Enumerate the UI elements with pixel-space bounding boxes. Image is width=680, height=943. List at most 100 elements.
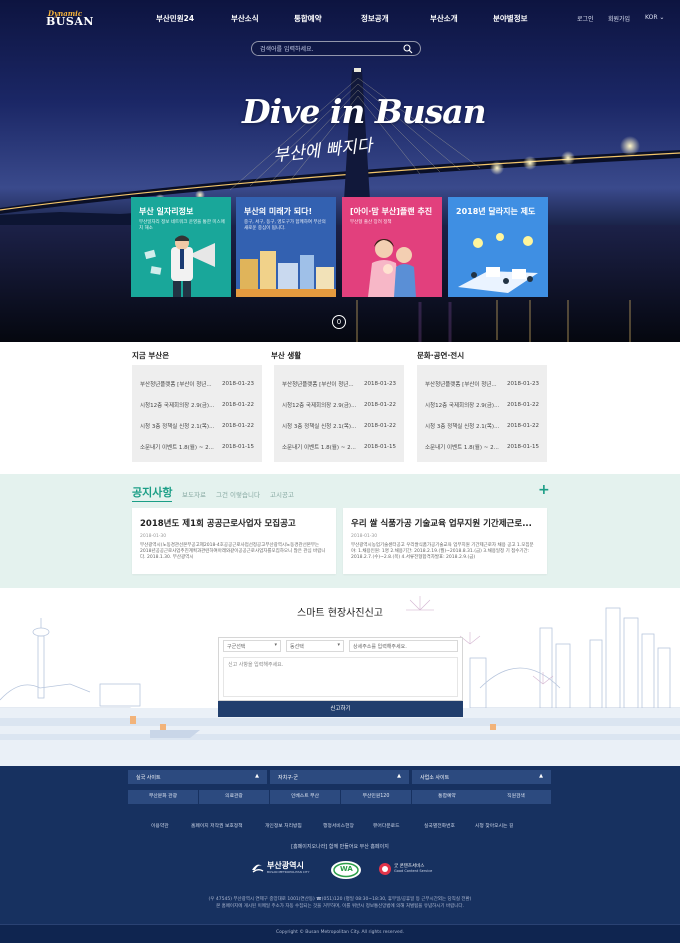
list-item[interactable]: 시청12층 국제회의장 2.9(금)... 2018-01-22 bbox=[425, 394, 539, 415]
card-title: 부산의 미래가 되다! bbox=[244, 207, 313, 216]
notice-body: 부산광역시(노동경관선본부공고제2018-4호공공근로사업선정공고부산광역시노동… bbox=[140, 543, 326, 560]
dynamic-busan-logo[interactable]: Dynamic BUSAN bbox=[46, 9, 94, 28]
chevron-up-icon: ▲ bbox=[397, 773, 401, 779]
search-icon[interactable] bbox=[403, 44, 413, 54]
nav-disclosure[interactable]: 정보공개 bbox=[361, 13, 389, 24]
list-item[interactable]: 시청 3층 정책실 신청 2.1(목)... 2018-01-22 bbox=[425, 415, 539, 436]
quick-link-minwon120[interactable]: 부산민원120 bbox=[341, 790, 411, 804]
news-title: 소문내기 이벤트 1.8(월) ~ 2... bbox=[140, 444, 214, 451]
news-list-life: 부산청년플랫폼 [부산이 청년... 2018-01-23 시청12층 국제회의장… bbox=[274, 365, 404, 462]
footer-address: (우 47545) 부산광역시 연제구 중앙대로 1001(연산동) ☎(051… bbox=[0, 896, 680, 910]
list-item[interactable]: 시청 3층 정책실 신청 2.1(목)... 2018-01-22 bbox=[282, 415, 396, 436]
web-accessibility-mark[interactable]: WA bbox=[330, 860, 362, 882]
news-date: 2018-01-15 bbox=[222, 443, 254, 450]
hero-slogan: Dive in Busan bbox=[242, 92, 487, 131]
email-notice-line: 본 홈페이지에 게시된 이메일 주소가 자동 수집되는 것을 거부하며, 이를 … bbox=[216, 904, 464, 909]
banner-card-2018-system[interactable]: 2018년 달라지는 제도 bbox=[448, 197, 548, 297]
list-item[interactable]: 부산청년플랫폼 [부산이 청년... 2018-01-23 bbox=[425, 373, 539, 394]
notice-card[interactable]: 2018년도 제1회 공공근로사업자 모집공고 2018-01-30 부산광역시… bbox=[132, 508, 336, 574]
footer-link-phone[interactable]: 실국별전화번호 bbox=[424, 822, 455, 829]
footer-link-terms[interactable]: 이용약관 bbox=[151, 822, 169, 829]
news-list-now: 부산청년플랫폼 [부산이 청년... 2018-01-23 시청12층 국제회의장… bbox=[132, 365, 262, 462]
list-item[interactable]: 시청12층 국제회의장 2.9(금)... 2018-01-22 bbox=[140, 394, 254, 415]
slide-pause-button[interactable]: 0 bbox=[332, 315, 346, 329]
search-input[interactable] bbox=[260, 44, 400, 54]
news-title: 시청12층 국제회의장 2.9(금)... bbox=[140, 402, 215, 409]
good-content-icon bbox=[379, 863, 391, 875]
news-date: 2018-01-22 bbox=[222, 422, 254, 429]
list-item[interactable]: 소문내기 이벤트 1.8(월) ~ 2... 2018-01-15 bbox=[282, 436, 396, 457]
busan-symbol-icon bbox=[252, 864, 264, 873]
news-title: 시청12층 국제회의장 2.9(금)... bbox=[282, 402, 357, 409]
chevron-down-icon: ▾ bbox=[274, 642, 277, 648]
district-select-value: 구군선택 bbox=[227, 644, 246, 650]
language-select[interactable]: KOR ⌄ bbox=[645, 14, 664, 21]
tab-press[interactable]: 보도자료 bbox=[182, 489, 206, 499]
office-site-dropdown[interactable]: 사업소 사이트 ▲ bbox=[412, 770, 551, 784]
card-title: [아이·맘 부산]플랜 추진 bbox=[350, 207, 433, 216]
address-input[interactable]: 상세주소를 입력해주세요. bbox=[349, 640, 458, 652]
news-date: 2018-01-22 bbox=[364, 422, 396, 429]
signup-link[interactable]: 회원가입 bbox=[608, 14, 630, 23]
nav-reservation[interactable]: 통합예약 bbox=[294, 13, 322, 24]
nav-field-info[interactable]: 분야별정보 bbox=[493, 13, 528, 24]
news-date: 2018-01-15 bbox=[364, 443, 396, 450]
more-plus-icon[interactable]: + bbox=[538, 482, 550, 498]
district-site-dropdown[interactable]: 자치구·군 ▲ bbox=[270, 770, 409, 784]
banner-card-jobs[interactable]: 부산 일자리정보 부산일자리 정보 네트워크 운영을 통한 미스매치 해소 bbox=[131, 197, 231, 297]
news-title: 소문내기 이벤트 1.8(월) ~ 2... bbox=[425, 444, 499, 451]
nav-about[interactable]: 부산소개 bbox=[430, 13, 458, 24]
list-item[interactable]: 시청12층 국제회의장 2.9(금)... 2018-01-22 bbox=[282, 394, 396, 415]
footer-link-copyright[interactable]: 홈페이지 저작권 보호정책 bbox=[191, 822, 243, 829]
report-content-textarea[interactable]: 신고 사항을 입력해주세요. bbox=[223, 657, 458, 697]
quick-link-medical-tour[interactable]: 의료관광 bbox=[199, 790, 269, 804]
news-column-title[interactable]: 문화·공연·전시 bbox=[417, 350, 464, 361]
notice-title: 우리 쌀 식품가공 기술교육 업무지원 기간제근로... bbox=[351, 519, 532, 529]
list-item[interactable]: 시청 3층 정책실 신청 2.1(목)... 2018-01-22 bbox=[140, 415, 254, 436]
nav-minwon24[interactable]: 부산민원24 bbox=[156, 13, 194, 24]
logo-bottom-text: BUSAN bbox=[46, 15, 94, 28]
notice-card[interactable]: 우리 쌀 식품가공 기술교육 업무지원 기간제근로... 2018-01-30 … bbox=[343, 508, 547, 574]
report-submit-button[interactable]: 신고하기 bbox=[218, 701, 463, 717]
news-title: 시청 3층 정책실 신청 2.1(목)... bbox=[425, 423, 500, 430]
dept-site-dropdown[interactable]: 실국 사이트 ▲ bbox=[128, 770, 267, 784]
news-column-title[interactable]: 지금 부산은 bbox=[132, 350, 169, 361]
top-navigation: Dynamic BUSAN 부산민원24 부산소식 통합예약 정보공개 부산소개… bbox=[0, 0, 680, 36]
banner-card-aimom[interactable]: [아이·맘 부산]플랜 추진 부산형 출산 장려 정책 bbox=[342, 197, 442, 297]
footer-link-viewer[interactable]: 뷰어다운로드 bbox=[373, 822, 399, 829]
news-column-title[interactable]: 부산 생활 bbox=[271, 350, 301, 361]
card-title: 2018년 달라지는 제도 bbox=[456, 207, 536, 216]
news-title: 부산청년플랫폼 [부산이 청년... bbox=[140, 381, 212, 388]
dropdown-label: 자치구·군 bbox=[278, 775, 298, 781]
tab-notice[interactable]: 공지사항 bbox=[132, 484, 173, 502]
dong-select[interactable]: 동선택 ▾ bbox=[286, 640, 344, 652]
notice-title: 2018년도 제1회 공공근로사업자 모집공고 bbox=[140, 519, 296, 529]
footer-link-charter[interactable]: 행정서비스헌장 bbox=[323, 822, 354, 829]
card-description: 부산형 출산 장려 정책 bbox=[350, 220, 392, 225]
list-item[interactable]: 부산청년플랫폼 [부산이 청년... 2018-01-23 bbox=[282, 373, 396, 394]
footer-link-privacy[interactable]: 개인정보 처리방침 bbox=[265, 822, 302, 829]
lightbulb-people-illustration bbox=[458, 233, 538, 293]
banner-card-future[interactable]: 부산의 미래가 되다! 중구, 서구, 동구, 영도구가 함께하여 부산의 새로… bbox=[236, 197, 336, 297]
nav-news[interactable]: 부산소식 bbox=[231, 13, 259, 24]
quick-link-culture-tour[interactable]: 부산문화 관광 bbox=[128, 790, 198, 804]
footer-feedback-link[interactable]: [홈페이지오나라] 함께 만들어요 부산 홈페이지 bbox=[0, 843, 680, 850]
quick-link-invest[interactable]: 인베스트 부산 bbox=[270, 790, 340, 804]
list-item[interactable]: 소문내기 이벤트 1.8(월) ~ 2... 2018-01-15 bbox=[425, 436, 539, 457]
quick-link-staff-search[interactable]: 직원검색 bbox=[481, 790, 551, 804]
tab-explanation[interactable]: 그건 이렇습니다 bbox=[216, 489, 260, 499]
chevron-up-icon: ▲ bbox=[255, 773, 259, 779]
news-title: 부산청년플랫폼 [부산이 청년... bbox=[282, 381, 354, 388]
district-select[interactable]: 구군선택 ▾ bbox=[223, 640, 281, 652]
smart-report-title: 스마트 현장사진신고 bbox=[297, 608, 383, 619]
tab-announcement[interactable]: 고시공고 bbox=[270, 489, 294, 499]
megaphone-man-illustration bbox=[144, 235, 215, 297]
quick-link-reservation[interactable]: 통합예약 bbox=[412, 790, 482, 804]
login-link[interactable]: 로그인 bbox=[577, 14, 594, 23]
footer-link-directions[interactable]: 시청 찾아오시는 길 bbox=[475, 822, 513, 829]
footer bbox=[0, 766, 680, 943]
list-item[interactable]: 소문내기 이벤트 1.8(월) ~ 2... 2018-01-15 bbox=[140, 436, 254, 457]
hero-banner: Dynamic BUSAN 부산민원24 부산소식 통합예약 정보공개 부산소개… bbox=[0, 0, 680, 342]
list-item[interactable]: 부산청년플랫폼 [부산이 청년... 2018-01-23 bbox=[140, 373, 254, 394]
good-content-logo[interactable]: 굿 콘텐츠서비스 Good Content Service bbox=[378, 862, 432, 878]
